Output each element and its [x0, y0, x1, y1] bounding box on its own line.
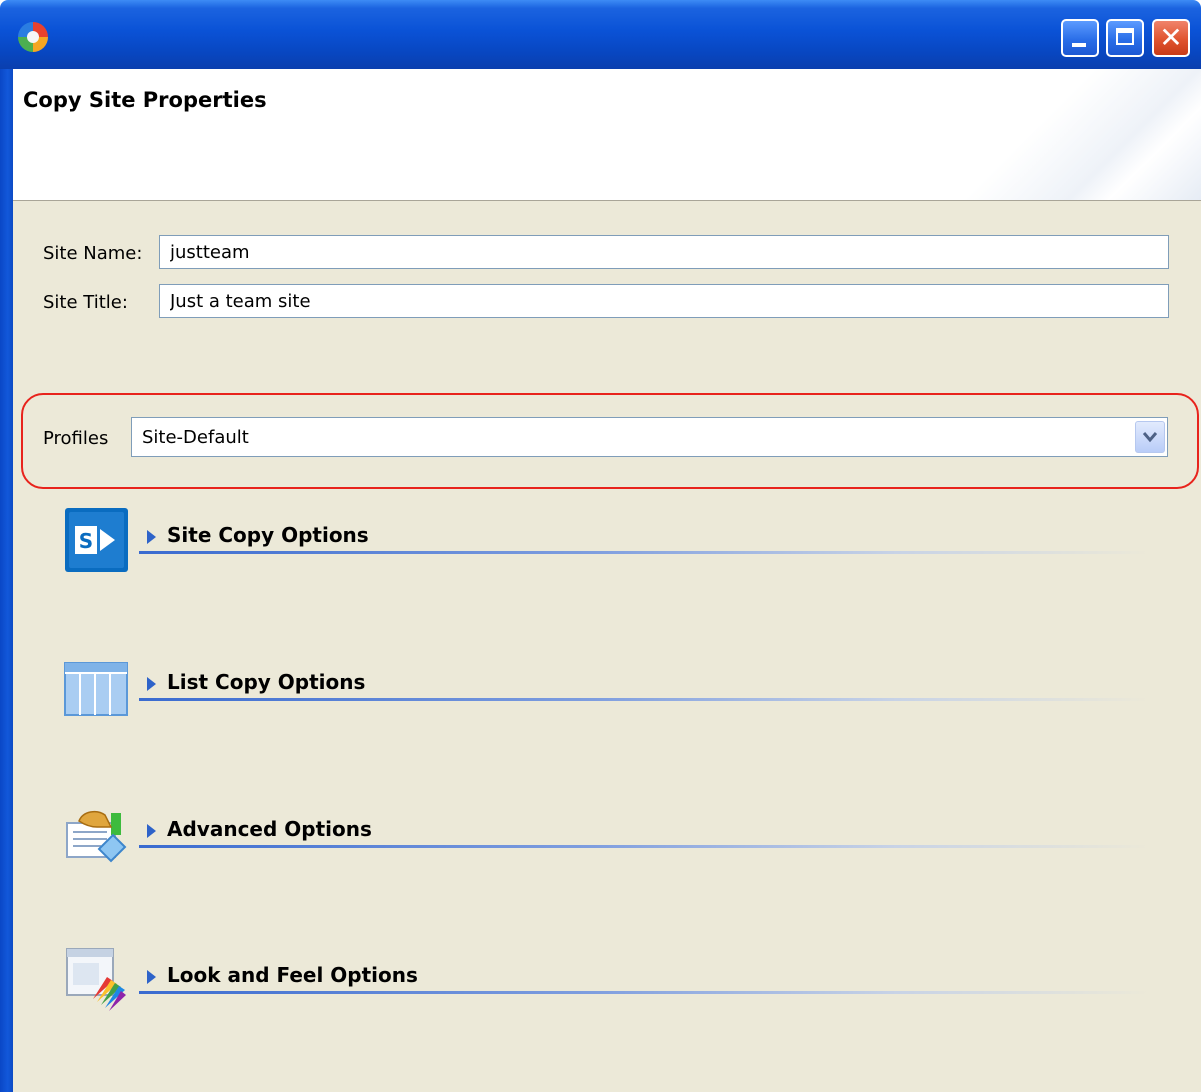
- maximize-button[interactable]: [1106, 19, 1144, 57]
- svg-text:S: S: [79, 529, 93, 553]
- list-table-icon: [64, 662, 128, 716]
- section-advanced-options[interactable]: Advanced Options: [63, 801, 1193, 871]
- expand-arrow-icon: [147, 677, 156, 691]
- palette-icon: [66, 948, 126, 1011]
- section-divider: [139, 698, 1149, 701]
- expand-arrow-icon: [147, 824, 156, 838]
- chevron-down-icon: [1142, 432, 1158, 443]
- dropdown-arrow-button[interactable]: [1135, 421, 1165, 453]
- profiles-dropdown[interactable]: Site-Default: [131, 417, 1168, 457]
- section-divider: [139, 991, 1149, 994]
- title-bar[interactable]: ✕: [0, 0, 1201, 69]
- page-title: Copy Site Properties: [23, 88, 267, 112]
- app-logo-icon: [18, 22, 48, 52]
- dialog-content: Site Name: Site Title: Profiles Site-Def…: [13, 201, 1201, 1092]
- site-name-label: Site Name:: [43, 243, 143, 264]
- dialog-header: Copy Site Properties: [13, 69, 1201, 201]
- site-title-label: Site Title:: [43, 292, 128, 313]
- advanced-settings-icon: [66, 810, 127, 863]
- section-title: List Copy Options: [167, 670, 366, 694]
- copy-site-properties-window: ✕ Copy Site Properties Site Name: Site T…: [0, 0, 1201, 1092]
- section-divider: [139, 551, 1149, 554]
- section-title: Look and Feel Options: [167, 963, 418, 987]
- section-divider: [139, 845, 1149, 848]
- window-frame-left: [0, 69, 13, 1092]
- section-look-and-feel-options[interactable]: Look and Feel Options: [63, 947, 1193, 1017]
- site-title-input[interactable]: [159, 284, 1169, 318]
- section-title: Site Copy Options: [167, 523, 369, 547]
- sharepoint-icon: S: [65, 508, 128, 572]
- profiles-selected-value: Site-Default: [142, 427, 249, 448]
- expand-arrow-icon: [147, 530, 156, 544]
- close-button[interactable]: ✕: [1152, 19, 1190, 57]
- site-name-input[interactable]: [159, 235, 1169, 269]
- section-site-copy-options[interactable]: S Site Copy Options: [63, 507, 1193, 577]
- section-title: Advanced Options: [167, 817, 372, 841]
- profiles-label: Profiles: [43, 428, 109, 449]
- expand-arrow-icon: [147, 970, 156, 984]
- minimize-icon: [1072, 43, 1086, 47]
- maximize-icon: [1116, 28, 1134, 45]
- section-list-copy-options[interactable]: List Copy Options: [63, 654, 1193, 724]
- close-icon: ✕: [1159, 21, 1183, 54]
- minimize-button[interactable]: [1061, 19, 1099, 57]
